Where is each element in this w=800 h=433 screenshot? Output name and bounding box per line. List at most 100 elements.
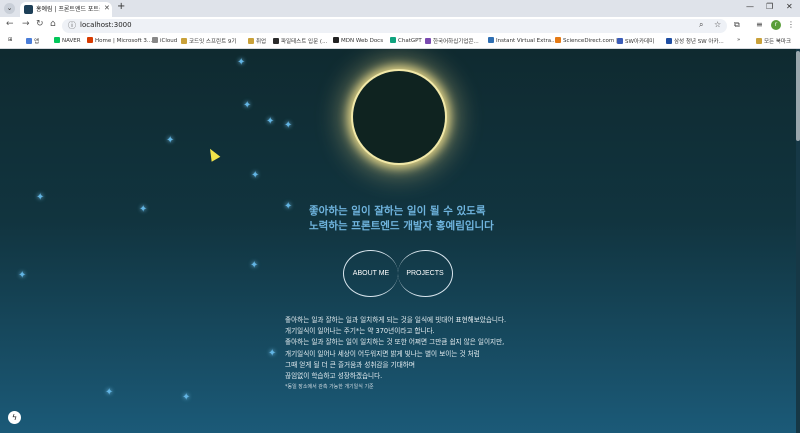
bookmark-label: 코드잇 스프린트 9기 (189, 39, 237, 45)
bookmark-label: Instant Virtual Extra... (496, 38, 557, 44)
bookmark-label: SW아카데미 (625, 39, 655, 45)
portfolio-page: ✦ ✦ ✦ ✦ ✦ ✦ ✦ ✦ ✦ ✦ ✦ ✦ ✦ ✦ 좋아하는 일이 잘하는 … (0, 49, 800, 433)
bookmark-item[interactable]: 파일테스트 입문 (... (273, 37, 327, 45)
bookmark-item[interactable]: 삼성 청년 SW 아카... (666, 37, 724, 45)
star-icon: ✦ (105, 387, 114, 398)
bookmark-item[interactable]: Instant Virtual Extra... (488, 37, 556, 44)
tab-favicon-icon (24, 5, 33, 14)
menu-icon[interactable]: ⋮ (787, 20, 795, 29)
hero-headline-line2: 노력하는 프론트엔드 개발자 홍예림입니다 (309, 220, 494, 232)
bookmark-label: 삼성 청년 SW 아카... (674, 39, 724, 45)
browser-titlebar: ⌄ 홍예림 | 프론트엔드 포트폴리오 ✕ + — ❐ ✕ (0, 0, 800, 17)
bookmark-favicon-icon (555, 37, 561, 43)
folder-icon (248, 38, 254, 44)
scrollbar[interactable] (796, 49, 800, 433)
bookmark-favicon-icon (26, 38, 32, 44)
star-icon: ✦ (284, 120, 293, 131)
projects-label: PROJECTS (406, 270, 444, 277)
bookmark-label: Home | Microsoft 3... (95, 38, 153, 44)
star-icon: ✦ (250, 260, 259, 271)
all-bookmarks-folder[interactable]: 모든 북마크 (756, 37, 791, 45)
intro-line: 좋아하는 일과 잘하는 일과 일치하게 되는 것을 일식에 빗대어 표현해보았습… (285, 316, 507, 324)
bookmark-label: 파일테스트 입문 (... (281, 39, 328, 45)
tab-title: 홍예림 | 프론트엔드 포트폴리오 (36, 6, 100, 13)
bookmark-label: iCloud (160, 38, 178, 44)
bookmark-favicon-icon (425, 38, 431, 44)
back-icon[interactable]: ← (6, 19, 14, 29)
star-icon: ✦ (182, 392, 191, 403)
bookmark-label: NAVER (62, 38, 81, 44)
restore-icon[interactable]: ❐ (766, 2, 773, 11)
browser-toolbar: ← → ↻ ⌂ ⓘ localhost:3000 ⌕ ☆ ⧉ ≡ r ⋮ (0, 17, 800, 34)
bookmark-item[interactable]: MDN Web Docs (333, 37, 383, 44)
hero-headline-line1: 좋아하는 일이 잘하는 일이 될 수 있도록 (309, 205, 486, 217)
bookmark-label: 한국어하십기업콘... (433, 39, 479, 45)
bookmark-label: 앱 (34, 39, 40, 45)
bookmark-favicon-icon (488, 37, 494, 43)
intro-line: 좋아하는 일과 잘하는 일이 일치하는 것 또한 어쩌면 그만큼 쉽지 않은 일… (285, 338, 505, 347)
bookmark-folder[interactable]: 취업 (248, 37, 266, 45)
bookmark-label: 모든 북마크 (764, 39, 792, 45)
mouse-cursor-icon (205, 146, 221, 162)
extensions-icon[interactable]: ⧉ (734, 20, 740, 30)
bookmark-label: MDN Web Docs (341, 38, 384, 44)
bookmark-item[interactable]: 앱 (26, 37, 39, 45)
intro-line: 개기일식이 일어나 세상이 어두워지면 밝게 빛나는 별이 보이는 것 처럼 (285, 349, 480, 358)
url-text: localhost:3000 (80, 21, 132, 29)
bookmarks-bar: ⊞ 앱 NAVER Home | Microsoft 3... iCloud 코… (0, 34, 800, 49)
star-icon: ✦ (243, 100, 252, 111)
lightning-icon[interactable]: ϟ (8, 411, 21, 424)
hero-headline: 좋아하는 일이 잘하는 일이 될 수 있도록 노력하는 프론트엔드 개발자 홍예… (309, 204, 494, 234)
star-icon: ✦ (268, 348, 277, 359)
star-icon: ✦ (237, 57, 246, 68)
forward-icon[interactable]: → (22, 19, 30, 29)
bookmark-label: ChatGPT (398, 38, 422, 44)
home-icon[interactable]: ⌂ (50, 19, 56, 29)
bookmark-item[interactable]: Home | Microsoft 3... (87, 37, 152, 44)
zoom-icon[interactable]: ⌕ (699, 20, 703, 30)
bookmark-folder[interactable]: 코드잇 스프린트 9기 (181, 37, 236, 45)
reload-icon[interactable]: ↻ (36, 19, 44, 29)
intro-text: 좋아하는 일과 잘하는 일과 일치하게 되는 것을 일식에 빗대어 표현해보았습… (285, 315, 506, 382)
intro-line: 끊임없이 학습하고 성장하겠습니다. (285, 372, 383, 381)
bookmark-favicon-icon (333, 37, 339, 43)
tab-search-icon[interactable]: ⌄ (4, 3, 15, 14)
bookmark-star-icon[interactable]: ☆ (714, 20, 721, 29)
scrollbar-thumb[interactable] (796, 51, 800, 141)
bookmark-item[interactable]: ChatGPT (390, 37, 422, 44)
about-me-button[interactable]: ABOUT ME (343, 250, 398, 297)
star-icon: ✦ (266, 116, 275, 127)
star-icon: ✦ (251, 170, 260, 181)
eclipse-illustration (353, 71, 445, 163)
bookmark-item[interactable]: 한국어하십기업콘... (425, 37, 479, 45)
bookmark-label: ScienceDirect.com |... (563, 38, 624, 44)
star-icon: ✦ (166, 135, 175, 146)
bookmark-item[interactable]: iCloud (152, 37, 177, 44)
close-tab-icon[interactable]: ✕ (104, 4, 110, 12)
star-icon: ✦ (18, 270, 27, 281)
close-window-icon[interactable]: ✕ (786, 2, 793, 11)
bookmark-item[interactable]: NAVER (54, 37, 81, 44)
bookmark-item[interactable]: SW아카데미 (617, 37, 654, 45)
bookmark-favicon-icon (390, 37, 396, 43)
new-tab-icon[interactable]: + (117, 1, 125, 12)
bookmark-item[interactable]: ScienceDirect.com |... (555, 37, 623, 44)
more-bookmarks-icon[interactable]: » (737, 37, 740, 43)
profile-avatar[interactable]: r (771, 20, 781, 30)
minimize-icon[interactable]: — (746, 2, 754, 11)
bookmark-favicon-icon (273, 38, 279, 44)
apps-grid-icon[interactable]: ⊞ (8, 37, 13, 43)
folder-icon (181, 38, 187, 44)
site-info-icon[interactable]: ⓘ (68, 20, 76, 31)
folder-icon (756, 38, 762, 44)
star-icon: ✦ (36, 192, 45, 203)
footnote: *동일 장소에서 관측 가능한 개기일식 기준 (285, 384, 374, 390)
projects-button[interactable]: PROJECTS (398, 250, 453, 297)
address-bar[interactable]: ⓘ localhost:3000 ⌕ ☆ (62, 19, 727, 33)
bookmark-label: 취업 (256, 39, 267, 45)
bookmark-favicon-icon (87, 37, 93, 43)
browser-tab[interactable]: 홍예림 | 프론트엔드 포트폴리오 ✕ (20, 2, 112, 17)
bookmark-favicon-icon (666, 38, 672, 44)
star-icon: ✦ (284, 201, 293, 212)
media-icon[interactable]: ≡ (756, 20, 763, 29)
